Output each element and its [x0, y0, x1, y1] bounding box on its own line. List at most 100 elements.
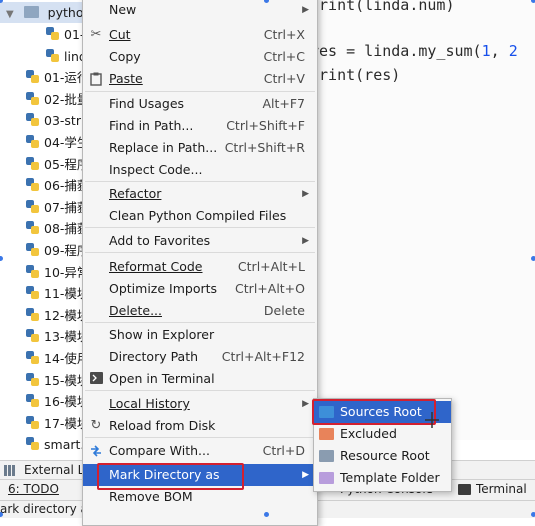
tree-item[interactable]: lind [46, 46, 87, 67]
menu-separator [85, 390, 315, 391]
menu-item-delete[interactable]: Delete... Delete [83, 300, 317, 322]
menu-item-reformat-code[interactable]: Reformat Code Ctrl+Alt+L [83, 256, 317, 278]
menu-item-directory-path[interactable]: Directory Path Ctrl+Alt+F12 [83, 346, 317, 368]
menu-item-open-in-terminal[interactable]: Open in Terminal [83, 368, 317, 390]
python-file-icon [26, 156, 40, 170]
python-file-icon [26, 134, 40, 148]
tree-item[interactable]: 13-模块 [26, 326, 89, 347]
tree-item[interactable]: 10-异常 [26, 262, 89, 283]
tree-item[interactable]: 14-使用 [26, 348, 89, 369]
tree-item[interactable]: 17-模块 [26, 413, 89, 434]
highlight-box-sources-root [312, 399, 436, 425]
menu-separator [85, 227, 315, 228]
menu-item-cut[interactable]: ✂ Cut Ctrl+X [83, 24, 317, 46]
python-file-icon [26, 285, 40, 300]
code-line-2: res = linda.my_sum(1, 2 [310, 42, 518, 60]
compare-icon [89, 444, 103, 458]
scissors-icon: ✂ [90, 27, 102, 42]
tree-item[interactable]: 05-程序 [26, 154, 89, 175]
cursor-icon [425, 412, 439, 428]
tree-item[interactable]: 08-捕获 [26, 218, 89, 239]
code-line-1: orint(linda.num) [310, 0, 455, 14]
highlight-box-mark-directory [97, 463, 244, 490]
external-libraries-label: External Li [24, 463, 88, 477]
menu-item-find-usages[interactable]: Find Usages Alt+F7 [83, 93, 317, 115]
menu-item-new[interactable]: New ▶ [83, 0, 317, 21]
python-file-icon [26, 220, 40, 235]
tree-item[interactable]: 06-捕获 [26, 175, 89, 196]
python-file-icon [26, 328, 40, 343]
python-file-icon [46, 48, 60, 62]
folder-icon [23, 6, 39, 18]
resource-folder-icon [319, 450, 334, 462]
code-editor[interactable]: orint(linda.num) res = linda.my_sum(1, 2… [310, 0, 535, 440]
library-icon [4, 465, 18, 476]
context-menu: New ▶ ✂ Cut Ctrl+X Copy Ctrl+C Paste Ctr… [82, 0, 318, 526]
tree-item[interactable]: 16-模块 [26, 391, 89, 412]
tree-item[interactable]: 09-程序 [26, 240, 89, 261]
tree-item[interactable]: 03-str [26, 110, 81, 131]
excluded-folder-icon [319, 428, 334, 440]
menu-separator [85, 252, 315, 253]
submenu-arrow-icon: ▶ [302, 236, 309, 246]
python-file-icon [26, 350, 40, 364]
python-file-icon [26, 199, 40, 213]
python-file-icon [26, 264, 40, 278]
menu-item-show-in-explorer[interactable]: Show in Explorer [83, 324, 317, 346]
menu-separator [85, 181, 315, 182]
todo-tab[interactable]: 6: TODO [8, 482, 59, 496]
tree-item[interactable]: 01- [46, 24, 84, 45]
selection-handle[interactable] [531, 256, 535, 261]
terminal-icon [458, 484, 471, 495]
menu-item-compare-with[interactable]: Compare With... Ctrl+D [83, 440, 317, 462]
menu-item-replace-in-path[interactable]: Replace in Path... Ctrl+Shift+R [83, 137, 317, 159]
tree-item[interactable]: 02-批量 [26, 89, 89, 110]
python-file-icon [26, 372, 40, 386]
python-file-icon [26, 91, 40, 105]
tree-item-label: 03-str [44, 113, 81, 129]
menu-item-local-history[interactable]: Local History ▶ [83, 393, 317, 415]
menu-separator [85, 437, 315, 438]
python-file-icon [26, 415, 40, 429]
submenu-item-resource-root[interactable]: Resource Root [314, 445, 451, 467]
menu-separator [85, 91, 315, 92]
code-line-3: orint(res) [310, 66, 401, 84]
menu-item-inspect-code[interactable]: Inspect Code... [83, 159, 317, 181]
python-file-icon [26, 393, 40, 408]
tree-item[interactable]: 12-模块 [26, 305, 89, 326]
tree-item[interactable]: 04-学生 [26, 132, 89, 153]
menu-item-refactor[interactable]: Refactor ▶ [83, 183, 317, 205]
menu-separator [85, 322, 315, 323]
chevron-down-icon[interactable]: ▼ [6, 4, 14, 25]
menu-item-clean-python[interactable]: Clean Python Compiled Files [83, 205, 317, 227]
tree-item[interactable]: 15-模块 [26, 370, 89, 391]
menu-item-reload-from-disk[interactable]: ↻ Reload from Disk [83, 415, 317, 437]
submenu-arrow-icon: ▶ [302, 399, 309, 409]
selection-handle[interactable] [531, 512, 535, 517]
submenu-arrow-icon: ▶ [302, 470, 309, 480]
terminal-icon [89, 372, 103, 386]
python-file-icon [46, 26, 60, 40]
status-text: ark directory as [0, 502, 95, 516]
tree-item[interactable]: 07-捕获 [26, 197, 89, 218]
selection-handle[interactable] [531, 0, 535, 3]
python-file-icon [26, 69, 40, 84]
selection-handle[interactable] [264, 512, 269, 517]
menu-item-optimize-imports[interactable]: Optimize Imports Ctrl+Alt+O [83, 278, 317, 300]
python-file-icon [26, 177, 40, 192]
menu-item-find-in-path[interactable]: Find in Path... Ctrl+Shift+F [83, 115, 317, 137]
python-file-icon [26, 112, 40, 127]
submenu-item-template-folder[interactable]: Template Folder [314, 467, 451, 489]
python-file-icon [26, 436, 40, 451]
menu-item-copy[interactable]: Copy Ctrl+C [83, 46, 317, 68]
menu-item-paste[interactable]: Paste Ctrl+V [83, 68, 317, 90]
python-file-icon [26, 307, 40, 321]
template-folder-icon [319, 472, 334, 484]
tree-item[interactable]: 01-运行 [26, 67, 89, 88]
reload-icon: ↻ [90, 418, 102, 433]
submenu-arrow-icon: ▶ [302, 189, 309, 199]
menu-item-add-to-favorites[interactable]: Add to Favorites ▶ [83, 230, 317, 252]
tree-item[interactable]: 11-模块 [26, 283, 89, 304]
clipboard-icon [89, 72, 103, 86]
terminal-tab[interactable]: Terminal [476, 482, 527, 496]
